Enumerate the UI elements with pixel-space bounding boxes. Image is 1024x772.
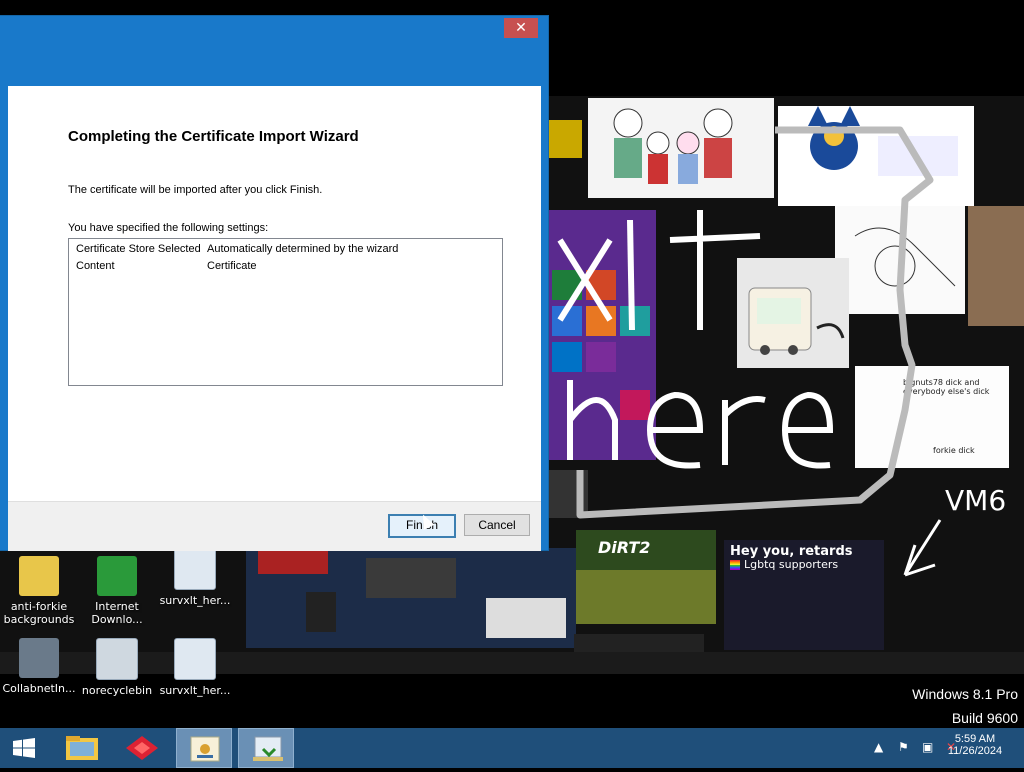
desktop-icon-survxlt-2[interactable]: survxlt_her... [158, 638, 232, 697]
taskbar-red-app[interactable] [114, 728, 170, 768]
download-manager-icon [97, 556, 137, 596]
taskbar-clock[interactable]: 5:59 AM 11/26/2024 [940, 733, 1010, 757]
clock-date: 11/26/2024 [947, 745, 1003, 757]
setting-key: Certificate Store Selected [76, 243, 201, 255]
folder-icon [66, 736, 98, 760]
system-tray: ▲ ⚑ ▣ ✕ 5:59 AM 11/26/2024 [824, 728, 1024, 768]
desktop-icon-anti-forkie[interactable]: anti-forkie backgrounds [2, 556, 76, 626]
folder-icon [19, 556, 59, 596]
start-button[interactable] [0, 728, 48, 768]
desktop-icon-norecyclebin[interactable]: norecyclebin [80, 638, 154, 697]
desktop-icon-collabnet[interactable]: CollabnetIn... [2, 638, 76, 695]
gear-icon [96, 638, 138, 680]
wizard-intro-text: The certificate will be imported after y… [68, 184, 323, 196]
red-box-icon [126, 736, 158, 760]
flag-icon[interactable]: ⚑ [898, 740, 912, 754]
close-button[interactable]: ✕ [504, 18, 538, 38]
settings-list[interactable]: Certificate Store Selected Automatically… [68, 238, 503, 386]
cancel-button[interactable]: Cancel [464, 514, 530, 536]
taskbar: ▲ ⚑ ▣ ✕ 5:59 AM 11/26/2024 [0, 728, 1024, 768]
certificate-import-wizard-window: ✕ Completing the Certificate Import Wiza… [0, 16, 548, 551]
windows-build-watermark: Build 9600 [951, 710, 1018, 726]
windows-logo-icon [13, 738, 35, 758]
vm6-text: VM6 [945, 484, 1006, 517]
windows-version-watermark: Windows 8.1 Pro [912, 686, 1018, 702]
window-titlebar[interactable]: ✕ [0, 16, 548, 86]
taskbar-certificate-import-wizard[interactable] [238, 728, 294, 768]
certificate-icon [190, 736, 220, 762]
clock-time: 5:59 AM [954, 733, 996, 745]
desktop-icon-survxlt-1[interactable]: survxlt_her... [158, 548, 232, 607]
close-icon: ✕ [515, 20, 527, 36]
file-icon [174, 548, 216, 590]
wizard-title: Completing the Certificate Import Wizard [68, 128, 359, 145]
setting-key: Content [76, 260, 115, 272]
certificate-import-icon [253, 736, 283, 761]
taskbar-certificate-manager[interactable] [176, 728, 232, 768]
computer-icon [19, 638, 59, 678]
network-icon[interactable]: ▣ [922, 740, 936, 754]
setting-value: Certificate [207, 260, 257, 272]
desktop-icon-internet-download-manager[interactable]: Internet Downlo... [80, 556, 154, 626]
file-icon [174, 638, 216, 680]
setting-value: Automatically determined by the wizard [207, 243, 399, 255]
settings-label: You have specified the following setting… [68, 222, 269, 234]
wizard-footer: Finish Cancel [8, 501, 541, 551]
chevron-up-icon[interactable]: ▲ [874, 740, 888, 754]
taskbar-file-explorer[interactable] [54, 728, 110, 768]
wizard-content: Completing the Certificate Import Wizard… [8, 86, 541, 501]
